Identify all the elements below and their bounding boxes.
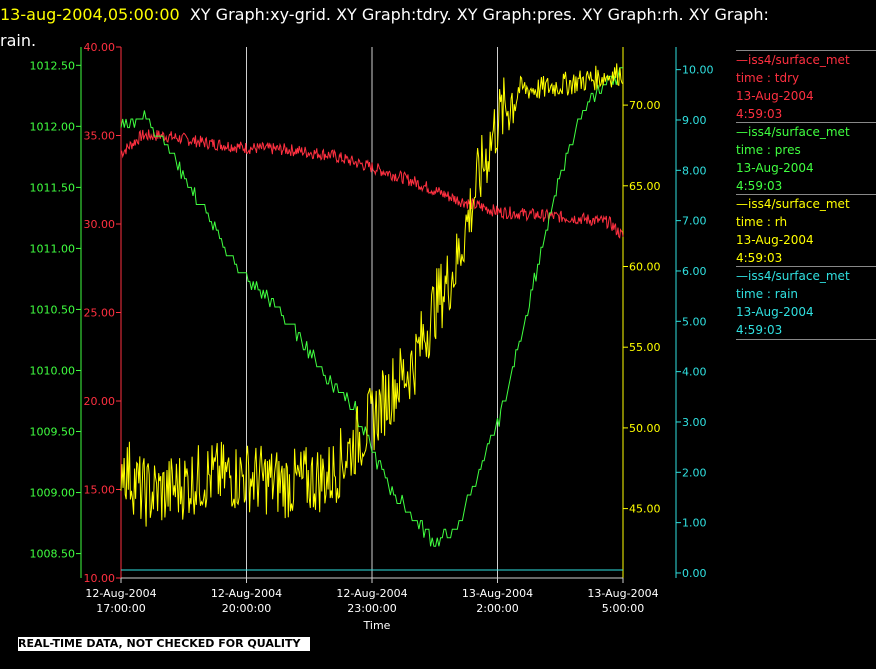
tick-label-rain: 9.00 (682, 114, 707, 127)
legend-series-name: —iss4/surface_met (736, 53, 850, 67)
tick-label-rain: 4.00 (682, 366, 707, 379)
tick-label-rain: 6.00 (682, 265, 707, 278)
legend-entry-3: —iss4/surface_mettime : rain 13-Aug-2004 4… (736, 266, 876, 339)
tick-label-rh: 70.00 (629, 99, 661, 112)
tick-label-rh: 55.00 (629, 341, 661, 354)
tick-label-pres: 1012.00 (30, 120, 76, 133)
legend-date: 13-Aug-2004 (736, 233, 814, 247)
legend-entry-2: —iss4/surface_mettime : rh 13-Aug-2004 4:5… (736, 194, 876, 267)
x-tick-label-date: 13-Aug-2004 (462, 587, 533, 600)
tick-label-rain: 10.00 (682, 64, 714, 77)
legend-series-name: —iss4/surface_met (736, 197, 850, 211)
tick-label-tdry: 25.00 (84, 307, 116, 320)
tick-label-rh: 50.00 (629, 422, 661, 435)
legend-label: time : rain (736, 287, 799, 301)
legend-entry-0: —iss4/surface_mettime : tdry 13-Aug-2004 4… (736, 50, 876, 123)
tick-label-pres: 1009.00 (30, 487, 76, 500)
tick-label-pres: 1008.50 (30, 548, 76, 561)
x-axis-label: Time (363, 619, 391, 632)
tick-label-rh: 60.00 (629, 261, 661, 274)
legend-label: time : pres (736, 143, 801, 157)
tick-label-pres: 1010.50 (30, 303, 76, 316)
x-tick-label-time: 17:00:00 (96, 602, 145, 615)
x-tick-label-time: 5:00:00 (602, 602, 644, 615)
x-tick-label-time: 23:00:00 (347, 602, 396, 615)
legend-date: 13-Aug-2004 (736, 161, 814, 175)
tick-label-pres: 1012.50 (30, 59, 76, 72)
legend-label: time : tdry (736, 71, 800, 85)
legend-separator (736, 339, 876, 340)
x-tick-label-date: 12-Aug-2004 (211, 587, 282, 600)
tick-label-rain: 5.00 (682, 315, 707, 328)
tick-label-rh: 45.00 (629, 503, 661, 516)
legend-entry-1: —iss4/surface_mettime : pres 13-Aug-2004 4… (736, 122, 876, 195)
x-tick-label-date: 13-Aug-2004 (587, 587, 658, 600)
tick-label-rain: 8.00 (682, 164, 707, 177)
quality-warning: REAL-TIME DATA, NOT CHECKED FOR QUALITY (18, 637, 310, 651)
legend-time: 4:59:03 (736, 251, 783, 265)
legend-date: 13-Aug-2004 (736, 305, 814, 319)
legend-end (736, 339, 876, 340)
x-tick-label-date: 12-Aug-2004 (85, 587, 156, 600)
tick-label-tdry: 40.00 (84, 41, 116, 54)
tick-label-tdry: 20.00 (84, 395, 116, 408)
tick-label-pres: 1011.50 (30, 181, 76, 194)
tick-label-pres: 1011.00 (30, 242, 76, 255)
x-tick-label-time: 2:00:00 (476, 602, 518, 615)
tick-label-rain: 0.00 (682, 567, 707, 580)
legend-time: 4:59:03 (736, 179, 783, 193)
tick-label-rain: 3.00 (682, 416, 707, 429)
tick-label-tdry: 35.00 (84, 130, 116, 143)
legend-series-name: —iss4/surface_met (736, 269, 850, 283)
tick-label-tdry: 15.00 (84, 484, 116, 497)
tick-label-rh: 65.00 (629, 180, 661, 193)
legend-label: time : rh (736, 215, 788, 229)
x-tick-label-time: 20:00:00 (222, 602, 271, 615)
legend-time: 4:59:03 (736, 323, 783, 337)
tick-label-tdry: 10.00 (84, 572, 116, 585)
legend-time: 4:59:03 (736, 107, 783, 121)
tick-label-pres: 1010.00 (30, 364, 76, 377)
tick-label-pres: 1009.50 (30, 426, 76, 439)
legend-date: 13-Aug-2004 (736, 89, 814, 103)
tick-label-tdry: 30.00 (84, 218, 116, 231)
tick-label-rain: 7.00 (682, 215, 707, 228)
tick-label-rain: 1.00 (682, 517, 707, 530)
tick-label-rain: 2.00 (682, 466, 707, 479)
x-tick-label-date: 12-Aug-2004 (336, 587, 407, 600)
legend-series-name: —iss4/surface_met (736, 125, 850, 139)
